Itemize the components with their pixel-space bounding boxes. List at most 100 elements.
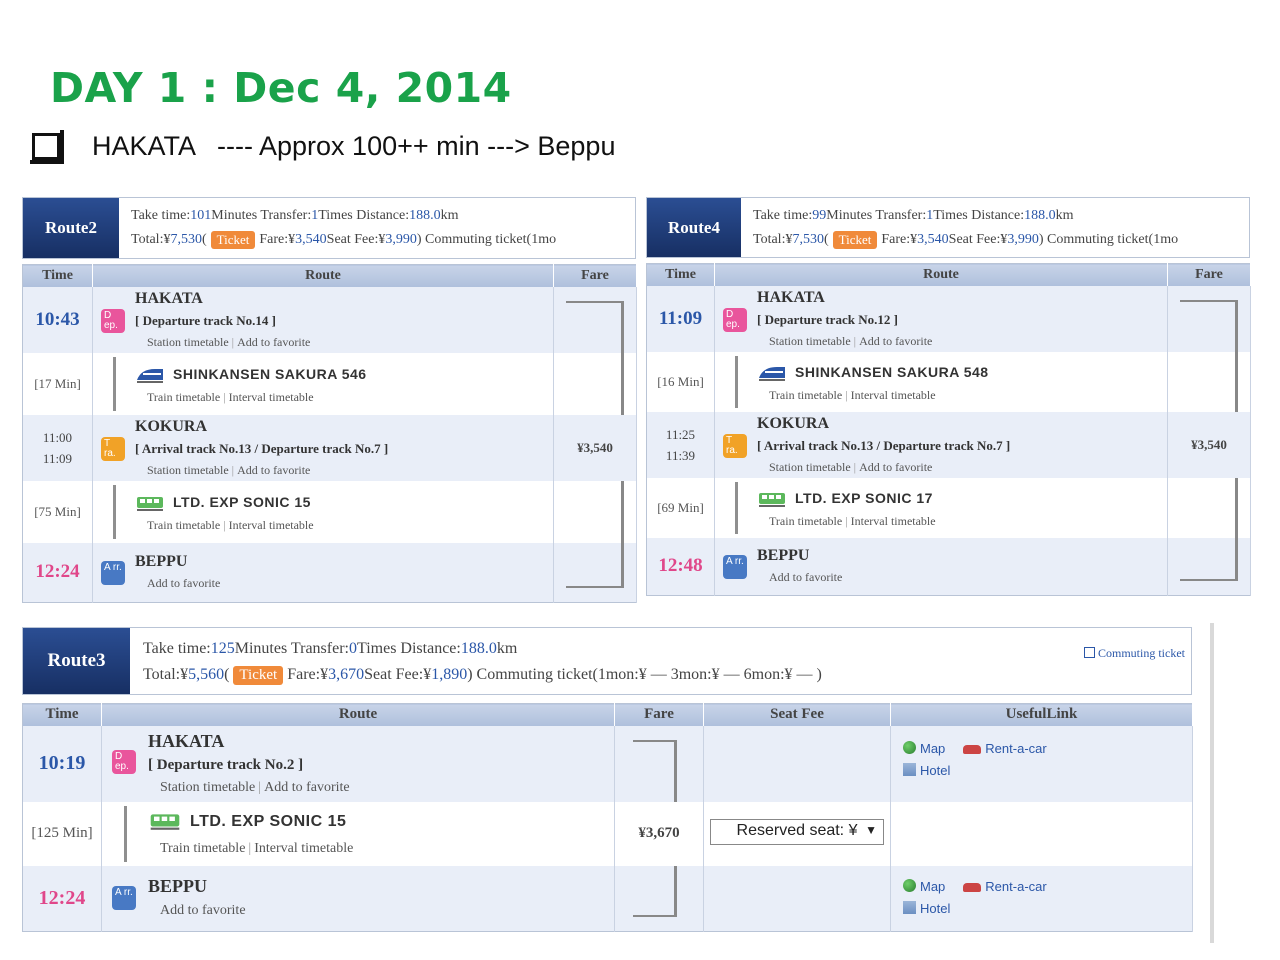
- fare-value: ¥3,670: [638, 825, 680, 841]
- route3-ticket-button[interactable]: Ticket: [233, 665, 284, 685]
- map-link[interactable]: Map: [903, 740, 945, 756]
- table-row: 10:19 D ep. HAKATA [ Departure track No.…: [22, 725, 1193, 802]
- map-link[interactable]: Map: [903, 879, 945, 894]
- fare-bracket: [633, 865, 677, 917]
- add-favorite-link[interactable]: Add to favorite: [264, 780, 350, 795]
- route-header: Route: [101, 703, 615, 726]
- fare-bracket: [1180, 299, 1238, 352]
- route-line: [735, 355, 738, 408]
- duration: [125 Min]: [31, 825, 93, 841]
- arrival-time: 12:24: [35, 561, 80, 583]
- train-name: LTD. EXP SONIC 15: [173, 493, 311, 510]
- arrival-time: 12:24: [38, 886, 86, 909]
- table-row: 10:43 D ep. HAKATA [ Departure track No.…: [22, 286, 637, 353]
- subtitle-row: HAKATA ---- Approx 100++ min ---> Beppu: [30, 128, 615, 164]
- table-row: [17 Min] SHINKANSEN SAKURA 546 Train tim…: [22, 352, 637, 415]
- table-row: [16 Min] SHINKANSEN SAKURA 548 Train tim…: [646, 351, 1251, 412]
- station-name[interactable]: BEPPU: [135, 551, 553, 573]
- fare-header: Fare: [1167, 263, 1251, 286]
- seat-type-select[interactable]: Reserved seat: ¥ ▼: [710, 818, 884, 845]
- interval-timetable-link[interactable]: Interval timetable: [851, 514, 936, 528]
- route-header: Route: [714, 263, 1168, 286]
- departure-time: 11:09: [658, 307, 703, 329]
- arrival-time: 12:48: [658, 555, 703, 577]
- departure-time: 10:19: [38, 752, 86, 774]
- route3-panel: Route3 Take time: 125 Minutes Transfer: …: [22, 627, 1193, 937]
- departure-time: 11:39: [665, 447, 696, 463]
- route3-summary: Route3 Take time: 125 Minutes Transfer: …: [22, 627, 1192, 695]
- arrival-icon: A rr.: [101, 560, 125, 585]
- fare-bracket: [566, 542, 624, 588]
- route4-table: Time Route Fare 11:09 D ep. HAKATA [ Dep…: [646, 263, 1251, 596]
- route3-table: Time Route Fare Seat Fee UsefulLink 10:1…: [22, 703, 1193, 932]
- route4-label[interactable]: Route4: [647, 198, 741, 257]
- add-favorite-link[interactable]: Add to favorite: [859, 460, 932, 474]
- station-name[interactable]: KOKURA: [757, 413, 1167, 435]
- fare-bracket: [633, 739, 677, 802]
- route3-label[interactable]: Route3: [23, 628, 130, 694]
- train-timetable-link[interactable]: Train timetable: [160, 841, 245, 856]
- track-info: [ Arrival track No.13 / Departure track …: [135, 440, 389, 456]
- route2-summary: Route2 Take time: 101 Minutes Transfer: …: [22, 197, 636, 259]
- train-timetable-link[interactable]: Train timetable: [769, 514, 842, 528]
- fare-value: ¥3,540: [577, 439, 613, 455]
- station-timetable-link[interactable]: Station timetable: [769, 460, 851, 474]
- add-favorite-link[interactable]: Add to favorite: [147, 576, 220, 590]
- transfer-icon: T ra.: [723, 433, 747, 458]
- add-favorite-link[interactable]: Add to favorite: [237, 463, 310, 477]
- rent-a-car-link[interactable]: Rent-a-car: [963, 879, 1047, 894]
- station-name[interactable]: HAKATA: [757, 287, 1167, 309]
- train-timetable-link[interactable]: Train timetable: [147, 518, 220, 532]
- route2-ticket-button[interactable]: Ticket: [210, 231, 256, 249]
- arrival-time: 11:25: [665, 426, 696, 442]
- vertical-scrollbar[interactable]: [1210, 623, 1214, 943]
- route2-label[interactable]: Route2: [23, 198, 119, 258]
- track-info: [ Departure track No.14 ]: [135, 312, 276, 328]
- rent-a-car-link[interactable]: Rent-a-car: [963, 741, 1047, 756]
- station-name[interactable]: HAKATA: [148, 729, 614, 753]
- station-timetable-link[interactable]: Station timetable: [160, 780, 255, 795]
- station-name[interactable]: HAKATA: [135, 288, 553, 310]
- train-timetable-link[interactable]: Train timetable: [147, 390, 220, 404]
- useful-link-header: UsefulLink: [890, 703, 1193, 726]
- train-name: LTD. EXP SONIC 17: [795, 489, 933, 506]
- departure-icon: D ep.: [101, 308, 125, 333]
- interval-timetable-link[interactable]: Interval timetable: [229, 390, 314, 404]
- train-timetable-link[interactable]: Train timetable: [769, 388, 842, 402]
- hotel-link[interactable]: Hotel: [903, 901, 950, 916]
- shinkansen-icon: [137, 368, 163, 383]
- add-favorite-link[interactable]: Add to favorite: [859, 334, 932, 348]
- add-favorite-link[interactable]: Add to favorite: [769, 570, 842, 584]
- time-header: Time: [22, 703, 102, 726]
- hotel-link[interactable]: Hotel: [903, 762, 950, 778]
- station-name[interactable]: BEPPU: [148, 873, 614, 899]
- interval-timetable-link[interactable]: Interval timetable: [254, 841, 353, 856]
- route4-ticket-button[interactable]: Ticket: [832, 231, 878, 249]
- duration: [16 Min]: [657, 373, 704, 389]
- station-name[interactable]: BEPPU: [757, 545, 1167, 567]
- shinkansen-icon: [759, 366, 785, 381]
- station-timetable-link[interactable]: Station timetable: [147, 335, 229, 349]
- add-favorite-link[interactable]: Add to favorite: [237, 335, 310, 349]
- track-info: [ Arrival track No.13 / Departure track …: [757, 437, 1011, 453]
- time-header: Time: [646, 263, 715, 286]
- route4-summary-line1: Take time: 99 Minutes Transfer: 1 Times …: [753, 208, 1074, 223]
- station-timetable-link[interactable]: Station timetable: [147, 463, 229, 477]
- station-timetable-link[interactable]: Station timetable: [769, 334, 851, 348]
- route-line: [113, 484, 116, 539]
- route4-summary: Route4 Take time: 99 Minutes Transfer: 1…: [646, 197, 1250, 258]
- duration: [75 Min]: [34, 503, 81, 519]
- station-name[interactable]: KOKURA: [135, 416, 553, 438]
- commuting-ticket-link[interactable]: Commuting ticket: [1084, 646, 1185, 661]
- table-row: 11:25 11:39 T ra. KOKURA [ Arrival track …: [646, 411, 1251, 478]
- interval-timetable-link[interactable]: Interval timetable: [851, 388, 936, 402]
- day-title: DAY 1 : Dec 4, 2014: [50, 64, 512, 112]
- duration: [17 Min]: [34, 375, 81, 391]
- arrival-icon: A rr.: [112, 885, 136, 910]
- checkbox-bullet-icon: [30, 129, 64, 164]
- interval-timetable-link[interactable]: Interval timetable: [229, 518, 314, 532]
- departure-icon: D ep.: [723, 307, 747, 332]
- fare-bracket: [566, 300, 624, 353]
- add-favorite-link[interactable]: Add to favorite: [160, 903, 246, 918]
- car-icon: [963, 883, 982, 893]
